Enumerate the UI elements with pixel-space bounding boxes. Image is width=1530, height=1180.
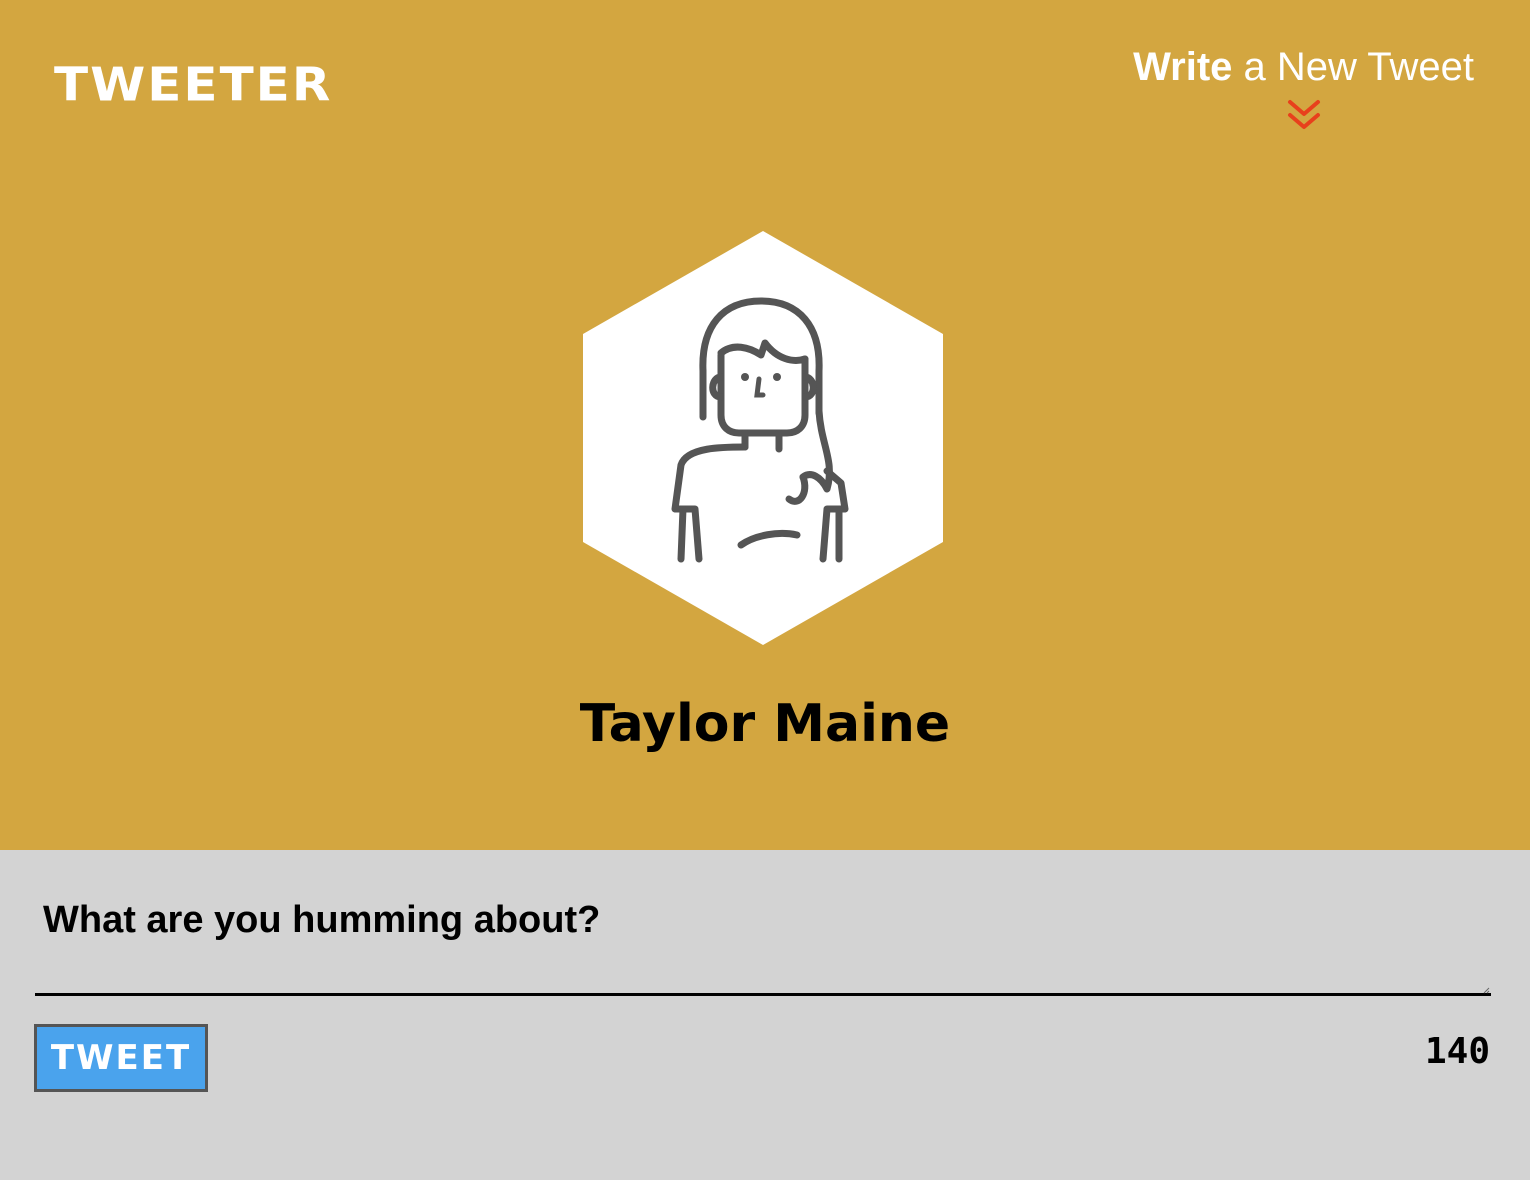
resize-handle-icon[interactable]: [1483, 987, 1490, 994]
brand-logo[interactable]: TWEETER: [54, 62, 332, 108]
character-counter: 140: [1424, 1031, 1490, 1072]
write-new-tweet-bold: Write: [1133, 45, 1233, 89]
tweet-prompt-label: What are you humming about?: [43, 899, 601, 941]
double-chevron-down-icon[interactable]: [1287, 98, 1321, 132]
tweet-submit-button[interactable]: TWEET: [34, 1024, 208, 1092]
tweet-composer: What are you humming about? TWEET 140: [0, 850, 1530, 1180]
woman-avatar-icon: [583, 231, 943, 645]
profile-hero: TWEETER Write a New Tweet Taylor Maine: [0, 0, 1530, 850]
profile-name: Taylor Maine: [579, 694, 951, 754]
write-new-tweet-toggle[interactable]: Write a New Tweet: [1133, 44, 1474, 132]
write-new-tweet-label[interactable]: Write a New Tweet: [1133, 44, 1474, 90]
avatar: [583, 231, 943, 645]
page: TWEETER Write a New Tweet Taylor Maine W…: [0, 0, 1530, 1180]
write-new-tweet-rest: a New Tweet: [1232, 45, 1475, 89]
tweet-text-input[interactable]: [35, 950, 1491, 996]
